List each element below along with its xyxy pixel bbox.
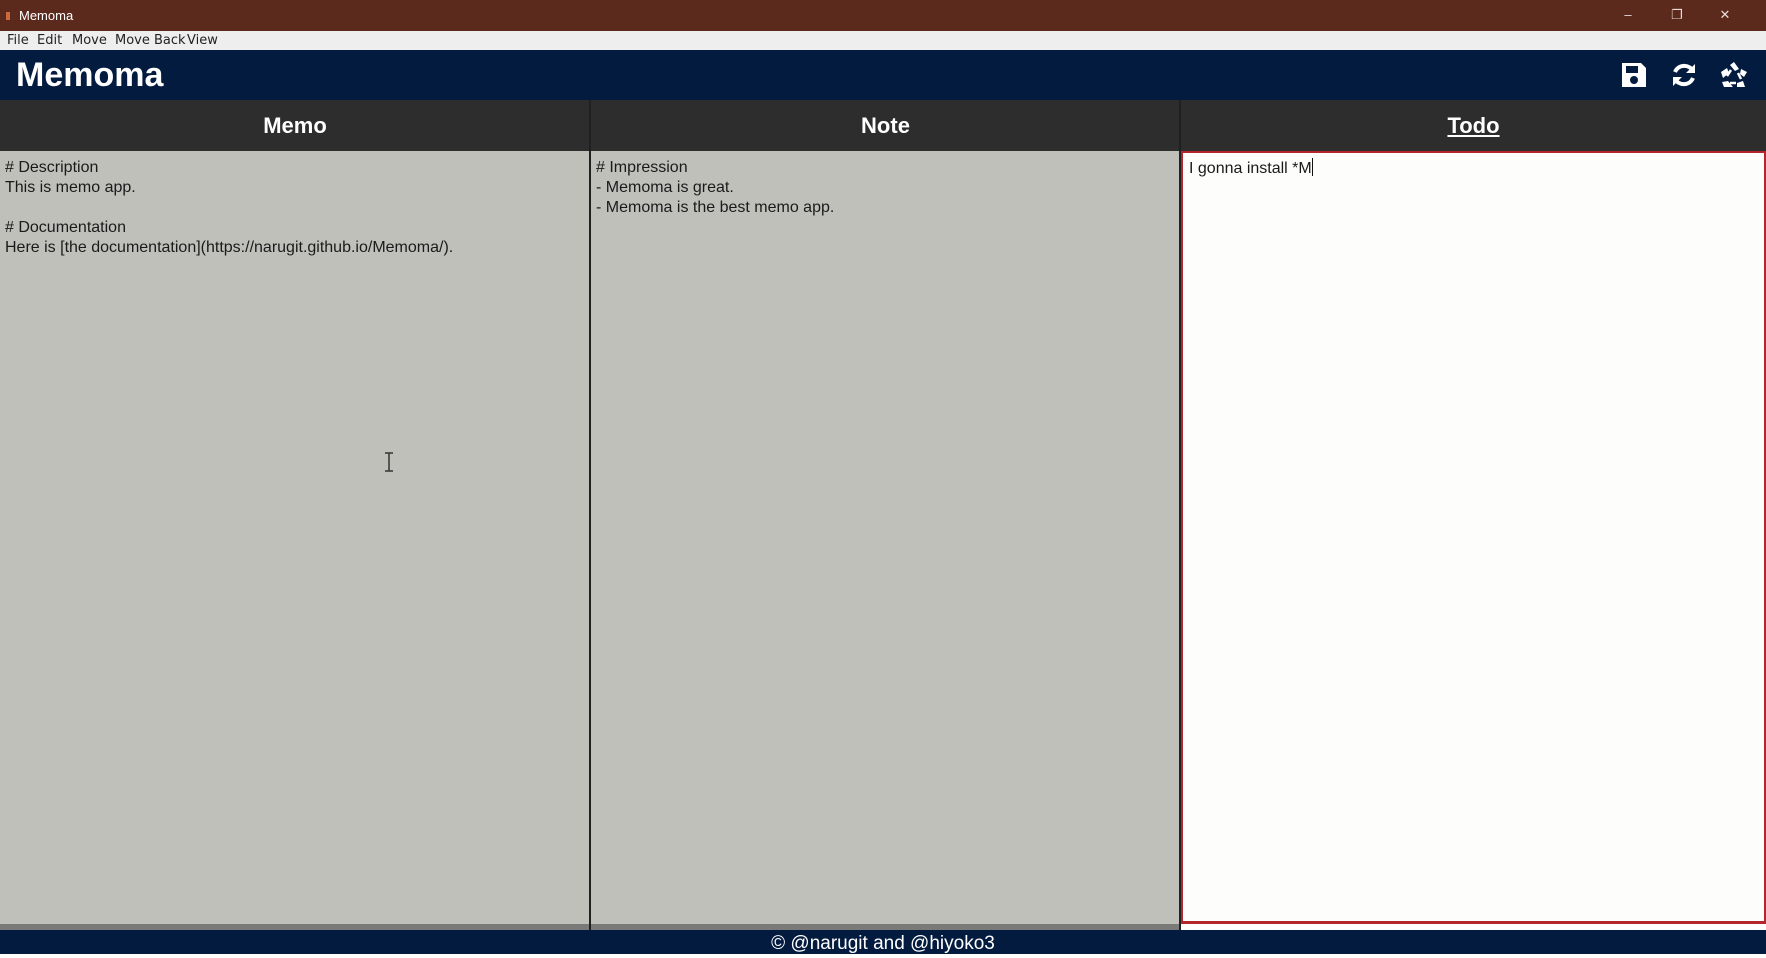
footer: © @narugit and @hiyoko3 — [0, 930, 1766, 954]
text-caret — [1311, 158, 1313, 176]
menu-file[interactable]: File — [7, 33, 29, 48]
window-title: Memoma — [19, 8, 74, 23]
minimize-button[interactable]: – — [1617, 6, 1639, 24]
window-bottom-edge — [0, 954, 1766, 958]
todo-textarea[interactable]: I gonna install *M — [1181, 151, 1766, 924]
save-button[interactable] — [1619, 60, 1649, 90]
text-cursor-icon — [385, 452, 393, 472]
menu-move[interactable]: Move — [72, 33, 107, 48]
column-header-note[interactable]: Note — [590, 100, 1181, 151]
column-header-todo[interactable]: Todo — [1181, 100, 1766, 151]
sync-button[interactable] — [1669, 60, 1699, 90]
column-header-memo[interactable]: Memo — [0, 100, 590, 151]
footer-credit: © @narugit and @hiyoko3 — [771, 933, 995, 954]
todo-text: I gonna install *M — [1189, 160, 1312, 177]
menu-edit[interactable]: Edit — [37, 33, 62, 48]
column-title-memo: Memo — [263, 113, 327, 138]
memo-textarea[interactable]: # Description This is memo app. # Docume… — [0, 151, 589, 924]
restore-button[interactable]: ❐ — [1666, 6, 1688, 24]
column-divider[interactable] — [589, 100, 591, 930]
save-icon — [1622, 63, 1646, 87]
menu-view[interactable]: View — [187, 33, 218, 48]
note-textarea[interactable]: # Impression - Memoma is great. - Memoma… — [591, 151, 1181, 924]
column-divider[interactable] — [1179, 100, 1181, 930]
menu-bar: File Edit Move Move Back View — [0, 31, 1766, 51]
recycle-button[interactable] — [1719, 60, 1749, 90]
app-brand: Memoma — [16, 56, 164, 94]
recycle-icon — [1721, 62, 1747, 87]
column-title-note: Note — [861, 113, 910, 138]
column-title-todo: Todo — [1447, 113, 1500, 138]
window-titlebar: Memoma – ❐ ✕ — [0, 0, 1766, 31]
close-button[interactable]: ✕ — [1714, 6, 1736, 24]
menu-move-back[interactable]: Move Back — [115, 33, 186, 48]
sync-icon — [1673, 63, 1695, 87]
app-icon — [6, 12, 10, 20]
app-header: Memoma — [0, 50, 1766, 100]
